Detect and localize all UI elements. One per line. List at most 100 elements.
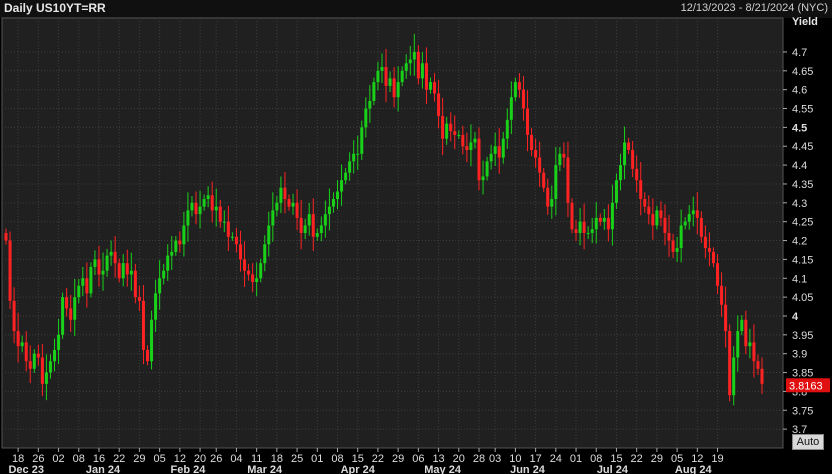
candle-body	[711, 251, 715, 264]
candle-body	[586, 233, 590, 234]
y-tick-label: 4.3	[792, 198, 807, 210]
y-tick-label: 4.05	[792, 292, 813, 304]
candle-body	[380, 67, 384, 71]
candle-body	[441, 116, 445, 139]
candle-body	[190, 202, 194, 211]
candle-body	[210, 195, 214, 211]
candle-body	[121, 263, 125, 279]
candle-body	[20, 342, 24, 347]
candle-body	[336, 191, 340, 200]
candle-body	[198, 206, 202, 215]
candle-body	[667, 233, 671, 241]
candle-body	[392, 78, 396, 98]
candle-body	[360, 127, 364, 154]
candle-body	[683, 221, 687, 226]
y-tick-label: 4.6	[792, 85, 807, 97]
candle-body	[493, 146, 497, 154]
candle-body	[659, 210, 663, 218]
month-label: Apr 24	[341, 464, 376, 474]
candle-body	[263, 244, 267, 264]
candle-body	[170, 251, 174, 256]
candle-body	[356, 153, 360, 155]
candle-body	[202, 199, 206, 207]
candle-body	[327, 206, 331, 215]
candle-body	[457, 134, 461, 136]
candle-body	[728, 331, 732, 396]
candle-body	[437, 93, 441, 117]
y-tick-label: 4.15	[792, 254, 813, 266]
candle-body	[627, 142, 631, 151]
candle-body	[315, 233, 319, 237]
y-tick-label: 3.75	[792, 405, 813, 417]
candle-body	[756, 361, 760, 369]
candle-body	[61, 297, 65, 335]
candle-body	[760, 368, 764, 384]
candle-body	[752, 342, 756, 362]
last-value-label: 3.8163	[789, 380, 823, 392]
x-tick-label: 19	[711, 453, 723, 465]
x-tick-label: 26	[210, 453, 222, 465]
x-tick-label: 29	[651, 453, 663, 465]
candle-body	[744, 319, 748, 347]
candle-body	[230, 236, 234, 238]
candle-body	[311, 214, 315, 237]
candle-body	[299, 217, 303, 233]
auto-scale-button[interactable]: Auto	[792, 434, 824, 450]
candle-body	[158, 278, 162, 294]
candlestick-chart[interactable]: 3.73.753.83.853.93.9544.054.14.154.24.25…	[0, 0, 832, 474]
candle-body	[655, 210, 659, 226]
candle-body	[562, 153, 566, 158]
candle-body	[663, 217, 667, 233]
x-tick-label: 29	[133, 453, 145, 465]
candle-body	[65, 297, 69, 309]
candle-body	[453, 131, 457, 135]
chart-window: Daily US10YT=RR 12/13/2023 - 8/21/2024 (…	[0, 0, 832, 474]
x-tick-label: 28	[473, 453, 485, 465]
y-tick-label: 4	[792, 311, 799, 323]
x-tick-label: 04	[230, 453, 242, 465]
candle-body	[707, 248, 711, 252]
candle-body	[408, 59, 412, 64]
candle-body	[542, 172, 546, 188]
candle-body	[477, 138, 481, 181]
candle-body	[32, 353, 36, 369]
month-label: May 24	[424, 464, 462, 474]
candle-body	[699, 217, 703, 237]
y-tick-label: 4.4	[792, 160, 807, 172]
candle-body	[186, 210, 190, 226]
candle-body	[570, 202, 574, 230]
candle-body	[105, 255, 109, 271]
candle-body	[48, 361, 52, 373]
month-label: Mar 24	[247, 464, 283, 474]
candle-body	[578, 221, 582, 233]
candle-body	[28, 361, 32, 369]
candle-body	[174, 240, 178, 252]
candle-body	[162, 270, 166, 279]
candle-body	[449, 123, 453, 132]
candle-body	[635, 168, 639, 181]
x-tick-label: 03	[489, 453, 501, 465]
candle-body	[566, 157, 570, 203]
candle-body	[85, 278, 89, 294]
candle-body	[424, 63, 428, 90]
candle-body	[194, 202, 198, 215]
candle-body	[295, 202, 299, 218]
candle-body	[671, 240, 675, 252]
candle-body	[8, 240, 12, 301]
candle-body	[416, 51, 420, 79]
y-tick-label: 4.1	[792, 273, 807, 285]
candle-body	[166, 255, 170, 271]
candle-body	[404, 63, 408, 71]
candle-body	[724, 304, 728, 332]
candle-body	[614, 180, 618, 203]
candle-body	[695, 210, 699, 218]
candle-body	[109, 251, 113, 256]
candle-body	[247, 270, 251, 275]
candle-body	[323, 214, 327, 226]
x-tick-label: 05	[154, 453, 166, 465]
candle-body	[331, 199, 335, 207]
candle-body	[501, 138, 505, 158]
candle-body	[530, 134, 534, 151]
candle-body	[238, 244, 242, 260]
candle-body	[89, 266, 93, 294]
